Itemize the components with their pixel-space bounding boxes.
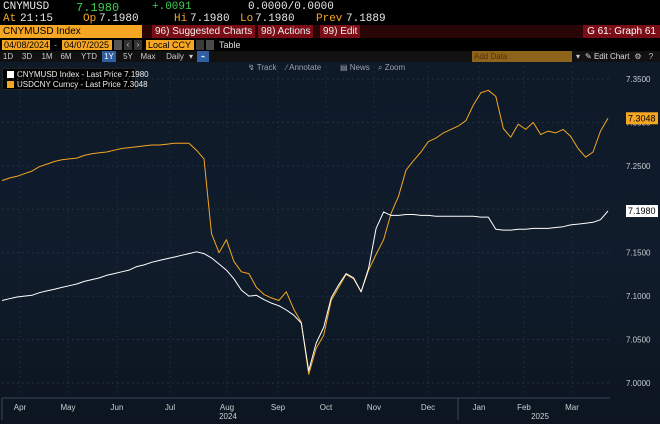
- line-chart[interactable]: 7.35007.30007.25007.20007.15007.10007.05…: [0, 0, 660, 424]
- last-price-label: 7.1980: [628, 206, 656, 216]
- series-line-cnymusd[interactable]: [1, 210, 609, 372]
- series-line-usdcny[interactable]: [1, 89, 609, 375]
- x-tick-label: Jan: [473, 403, 486, 412]
- x-tick-label: May: [60, 403, 75, 412]
- x-tick-label: Apr: [14, 403, 27, 412]
- x-tick-label: Feb: [517, 403, 531, 412]
- y-tick-label: 7.3500: [626, 75, 651, 84]
- x-tick-label: Sep: [271, 403, 286, 412]
- x-tick-label: Aug: [220, 403, 234, 412]
- y-tick-label: 7.1500: [626, 249, 651, 258]
- x-tick-label: Oct: [320, 403, 333, 412]
- y-tick-label: 7.2500: [626, 162, 651, 171]
- y-tick-label: 7.1000: [626, 292, 651, 301]
- x-year-label: 2024: [219, 412, 237, 421]
- x-tick-label: Jun: [111, 403, 124, 412]
- y-tick-label: 7.0000: [626, 379, 651, 388]
- x-tick-label: Nov: [367, 403, 381, 412]
- x-tick-label: Dec: [421, 403, 435, 412]
- y-tick-label: 7.0500: [626, 336, 651, 345]
- x-tick-label: Jul: [165, 403, 175, 412]
- last-price-label: 7.3048: [628, 113, 656, 123]
- x-tick-label: Mar: [565, 403, 579, 412]
- x-year-label: 2025: [531, 412, 549, 421]
